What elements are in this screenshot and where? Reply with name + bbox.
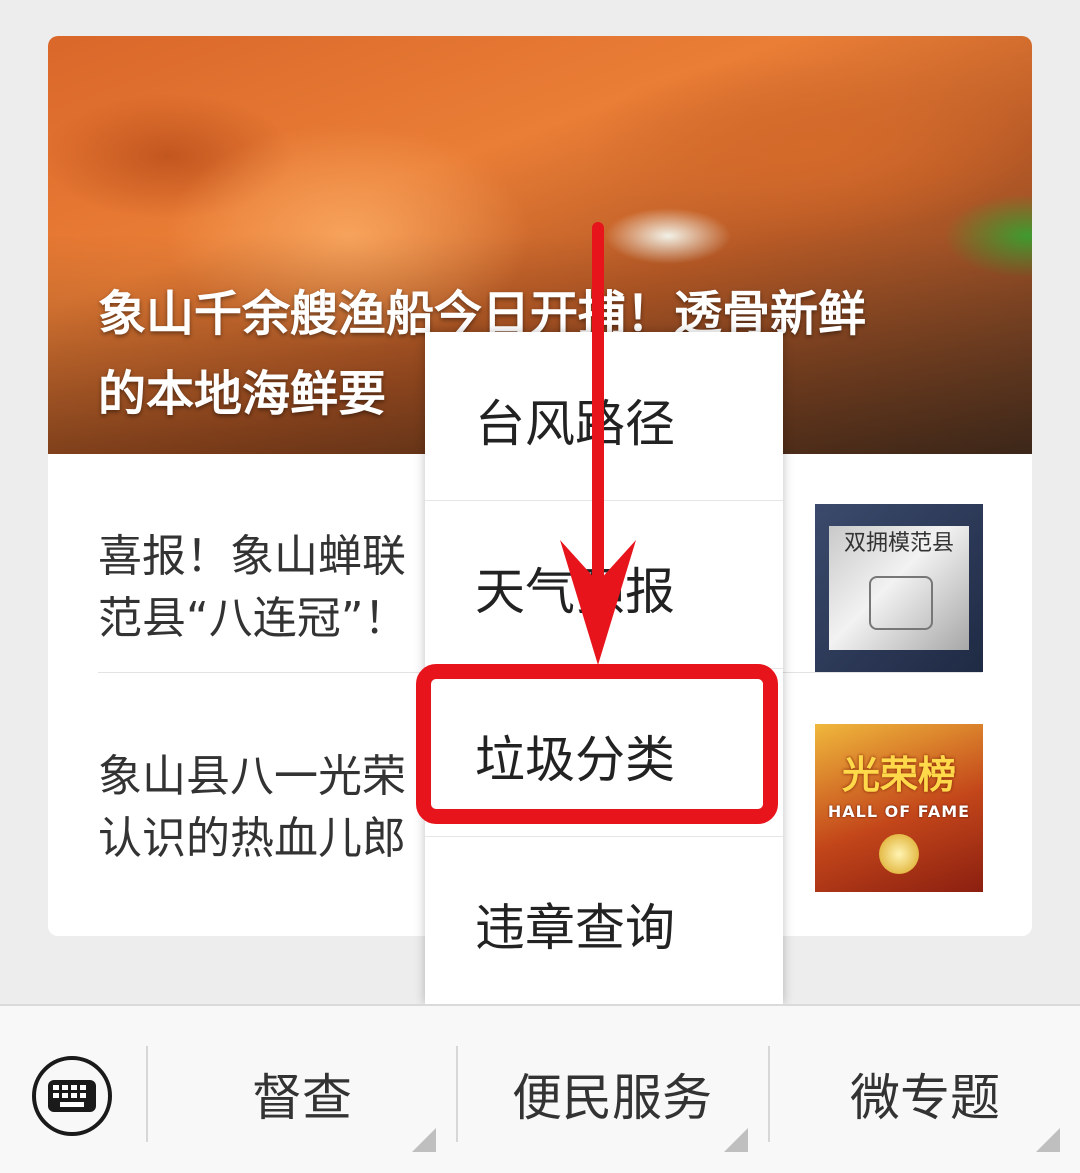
bottom-menu-bar: 督查 便民服务 微专题 — [0, 1004, 1080, 1173]
plaque-text: 双拥模范县 — [843, 531, 954, 556]
tab-micro-topics[interactable]: 微专题 — [770, 1058, 1080, 1138]
news-thumbnail: 双拥模范县 — [815, 504, 983, 672]
submenu-indicator-icon — [1036, 1128, 1060, 1152]
plaque-emblem — [869, 576, 933, 630]
news-thumbnail: 光荣榜 HALL OF FAME — [815, 724, 983, 892]
tab-convenience-services[interactable]: 便民服务 — [458, 1058, 766, 1138]
keyboard-toggle-button[interactable] — [32, 1056, 112, 1136]
plaque-image: 双拥模范县 — [829, 526, 969, 650]
highlight-box — [416, 664, 778, 824]
submenu-indicator-icon — [412, 1128, 436, 1152]
menu-item-label: 违章查询 — [475, 899, 675, 957]
tab-label: 微专题 — [850, 1069, 1000, 1127]
keyboard-icon — [48, 1080, 96, 1112]
medal-icon — [879, 834, 919, 874]
hall-of-fame-subtitle: HALL OF FAME — [827, 802, 971, 821]
pointer-arrow-icon — [560, 222, 636, 665]
hall-of-fame-title: 光荣榜 — [841, 753, 956, 797]
tab-label: 便民服务 — [512, 1069, 712, 1127]
tab-label: 督查 — [252, 1069, 352, 1127]
submenu-indicator-icon — [724, 1128, 748, 1152]
menu-item-violation-query[interactable]: 违章查询 — [425, 836, 783, 1004]
tab-supervision[interactable]: 督查 — [148, 1058, 456, 1138]
